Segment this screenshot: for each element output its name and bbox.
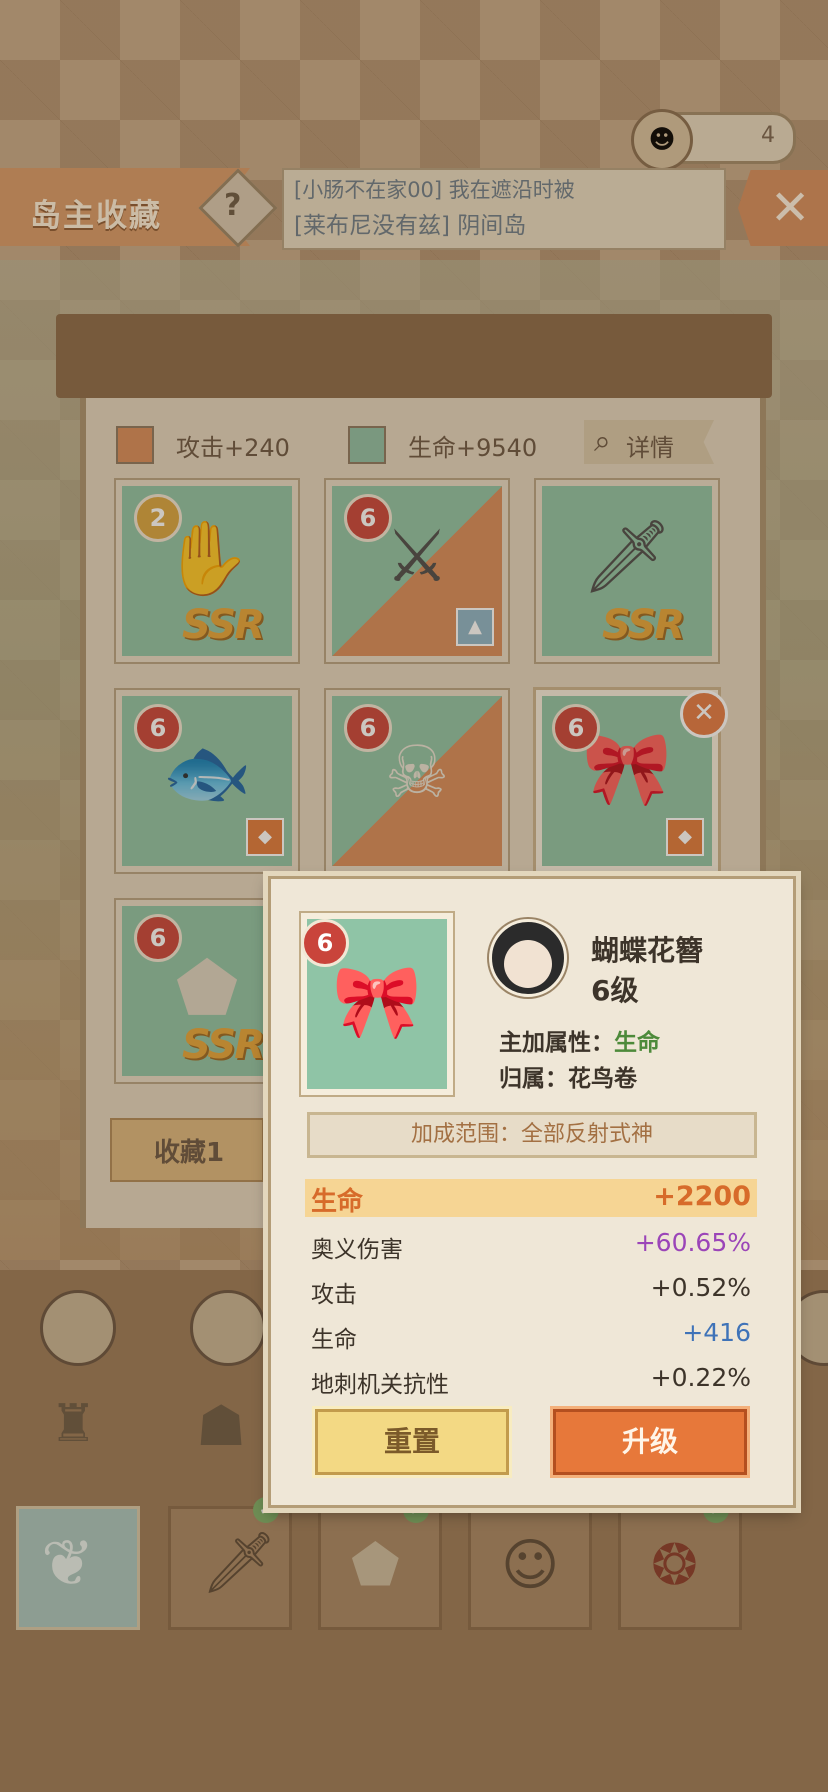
item-detail-popup: 🎀 6 蝴蝶花簪 6级 主加属性：生命 归属：花鸟卷 加成范围：全部反射式神 生…	[268, 876, 796, 1508]
stat-row: 攻击 +0.52%	[305, 1269, 757, 1308]
butterfly-hairpin-icon: 🎀	[332, 959, 422, 1043]
stat-value: +0.22%	[650, 1363, 751, 1392]
main-attribute-label: 主加属性：	[499, 1030, 614, 1056]
upgrade-button[interactable]: 升级	[553, 1409, 747, 1475]
reset-button[interactable]: 重置	[315, 1409, 509, 1475]
item-name: 蝴蝶花簪	[591, 934, 704, 967]
main-attribute-value: 生命	[614, 1030, 660, 1056]
stat-value: +2200	[653, 1181, 751, 1212]
stat-name: 生命	[311, 1187, 364, 1217]
item-level: 6级	[591, 974, 639, 1007]
stat-row: 生命 +416	[305, 1314, 757, 1353]
avatar-face	[504, 940, 552, 988]
belong-info: 归属：花鸟卷	[499, 1059, 637, 1093]
main-attribute: 主加属性：生命	[499, 1023, 660, 1057]
belong-label: 归属：	[499, 1066, 568, 1092]
item-card: 🎀 6	[301, 913, 453, 1095]
stat-row-main: 生命 +2200	[305, 1179, 757, 1217]
stat-value: +60.65%	[634, 1228, 751, 1257]
stat-name: 奥义伤害	[311, 1237, 403, 1263]
stat-row: 地刺机关抗性 +0.22%	[305, 1359, 757, 1398]
level-badge: 6	[301, 919, 349, 967]
belong-value: 花鸟卷	[568, 1066, 637, 1092]
stat-name: 地刺机关抗性	[311, 1372, 449, 1398]
owner-avatar	[489, 919, 567, 997]
stat-name: 生命	[311, 1327, 357, 1353]
bonus-range: 加成范围：全部反射式神	[307, 1112, 757, 1158]
stat-value: +416	[682, 1318, 751, 1347]
stat-value: +0.52%	[650, 1273, 751, 1302]
stat-name: 攻击	[311, 1282, 357, 1308]
stat-row: 奥义伤害 +60.65%	[305, 1224, 757, 1263]
